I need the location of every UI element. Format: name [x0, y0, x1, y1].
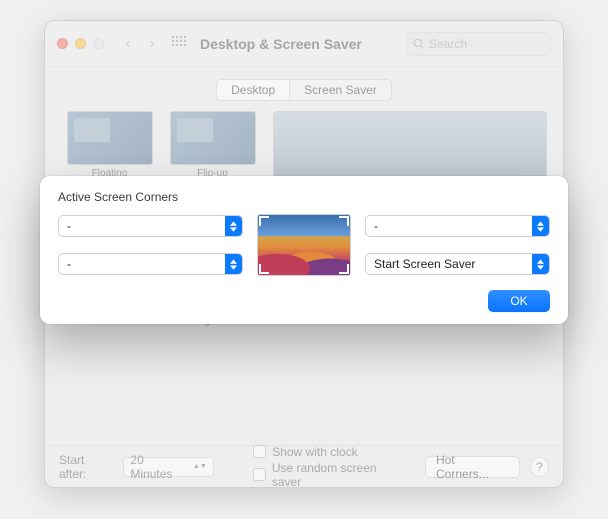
- tab-desktop[interactable]: Desktop: [216, 79, 289, 101]
- back-button[interactable]: ‹: [120, 35, 136, 52]
- active-screen-corners-sheet: Active Screen Corners - - -: [40, 176, 568, 324]
- hot-corners-button[interactable]: Hot Corners...: [425, 456, 520, 478]
- show-clock-checkbox[interactable]: [253, 445, 266, 458]
- titlebar: ‹ › Desktop & Screen Saver Search: [45, 21, 563, 67]
- corner-marker-icon: [339, 216, 349, 226]
- corner-marker-icon: [259, 264, 269, 274]
- search-icon: [413, 38, 425, 50]
- ok-button[interactable]: OK: [488, 290, 550, 312]
- chevron-updown-icon: [532, 254, 549, 274]
- list-item[interactable]: Floating: [61, 111, 158, 179]
- window-title: Desktop & Screen Saver: [200, 36, 362, 52]
- zoom-window-button[interactable]: [93, 38, 104, 49]
- window-controls: [57, 38, 104, 49]
- search-input[interactable]: Search: [406, 32, 551, 56]
- minimize-window-button[interactable]: [75, 38, 86, 49]
- tab-screensaver[interactable]: Screen Saver: [289, 79, 392, 101]
- search-placeholder: Search: [429, 37, 467, 51]
- footer-bar: Start after: 20 Minutes ▲▼ Show with clo…: [45, 445, 563, 487]
- chevron-updown-icon: ▲▼: [193, 464, 207, 469]
- list-item[interactable]: Flip-up: [164, 111, 261, 179]
- corners-preview-thumbnail: [257, 214, 351, 276]
- top-right-corner-select[interactable]: -: [365, 215, 550, 237]
- chevron-updown-icon: [225, 216, 242, 236]
- start-after-label: Start after:: [59, 453, 113, 481]
- corners-layout: - - -: [58, 214, 550, 276]
- top-left-corner-select[interactable]: -: [58, 215, 243, 237]
- bottom-left-corner-select[interactable]: -: [58, 253, 243, 275]
- help-button[interactable]: ?: [530, 457, 549, 477]
- corner-marker-icon: [339, 264, 349, 274]
- start-after-select[interactable]: 20 Minutes ▲▼: [123, 457, 213, 477]
- chevron-updown-icon: [532, 216, 549, 236]
- sheet-footer: OK: [58, 290, 550, 312]
- chevron-updown-icon: [225, 254, 242, 274]
- tab-row: Desktop Screen Saver: [45, 67, 563, 111]
- bottom-right-corner-select[interactable]: Start Screen Saver: [365, 253, 550, 275]
- forward-button[interactable]: ›: [144, 35, 160, 52]
- close-window-button[interactable]: [57, 38, 68, 49]
- show-clock-label: Show with clock: [272, 445, 357, 459]
- corner-marker-icon: [259, 216, 269, 226]
- use-random-label: Use random screen saver: [272, 461, 405, 489]
- use-random-checkbox[interactable]: [253, 468, 266, 481]
- show-all-icon[interactable]: [172, 36, 188, 52]
- sheet-title: Active Screen Corners: [58, 190, 550, 204]
